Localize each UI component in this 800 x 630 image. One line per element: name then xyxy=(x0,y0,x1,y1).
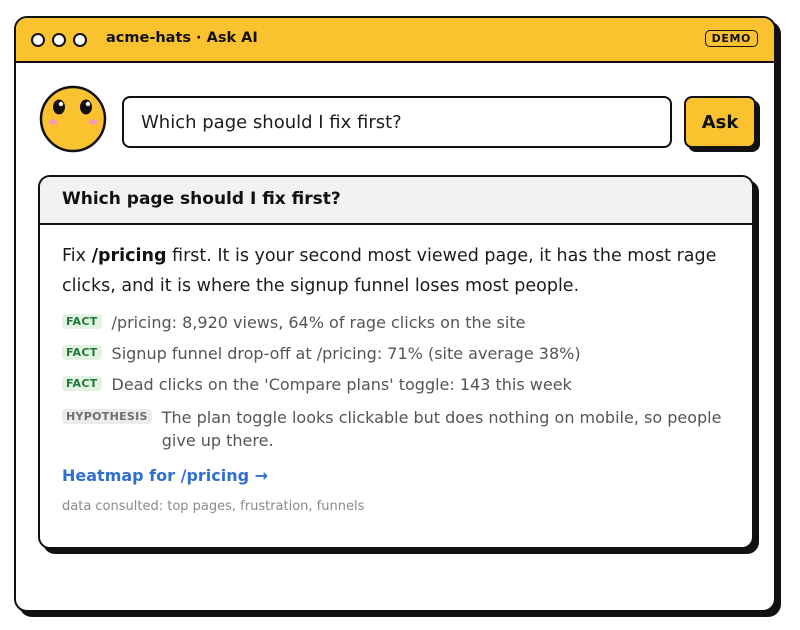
fact-badge: FACT xyxy=(62,314,102,329)
hypothesis-text: The plan toggle looks clickable but does… xyxy=(161,408,722,450)
answer-summary: Fix /pricing first. It is your second mo… xyxy=(62,246,717,296)
fact-text: Signup funnel drop-off at /pricing: 71% … xyxy=(111,344,581,363)
heatmap-link[interactable]: Heatmap for /pricing → xyxy=(62,466,268,485)
app-window: acme-hats · Ask AI DEMO Ask Which page s… xyxy=(14,16,776,612)
fact-text: Dead clicks on the 'Compare plans' toggl… xyxy=(111,375,572,394)
window-close-dot[interactable] xyxy=(31,33,45,47)
smiley-face-icon xyxy=(39,85,107,153)
fact-text: /pricing: 8,920 views, 64% of rage click… xyxy=(111,313,526,332)
fact-badge: FACT xyxy=(62,376,102,391)
window-maximize-dot[interactable] xyxy=(73,33,87,47)
answer-card: Which page should I fix first? Fix /pric… xyxy=(38,175,754,549)
question-input[interactable] xyxy=(122,96,672,148)
fact-row: FACT Signup funnel drop-off at /pricing:… xyxy=(62,342,730,365)
fact-badge: FACT xyxy=(62,345,102,360)
highlighted-page: /pricing xyxy=(91,246,167,266)
window-title: acme-hats · Ask AI xyxy=(106,30,258,46)
ask-button[interactable]: Ask xyxy=(684,96,756,148)
title-bar: acme-hats · Ask AI DEMO xyxy=(16,18,774,63)
fact-row: FACT /pricing: 8,920 views, 64% of rage … xyxy=(62,311,730,334)
data-consulted-note: data consulted: top pages, frustration, … xyxy=(62,499,365,514)
hypothesis-row: HYPOTHESIS The plan toggle looks clickab… xyxy=(62,406,730,452)
window-minimize-dot[interactable] xyxy=(52,33,66,47)
hypothesis-badge: HYPOTHESIS xyxy=(62,409,152,424)
demo-badge: DEMO xyxy=(704,30,758,47)
answer-question-heading: Which page should I fix first? xyxy=(40,177,752,225)
fact-row: FACT Dead clicks on the 'Compare plans' … xyxy=(62,373,730,396)
